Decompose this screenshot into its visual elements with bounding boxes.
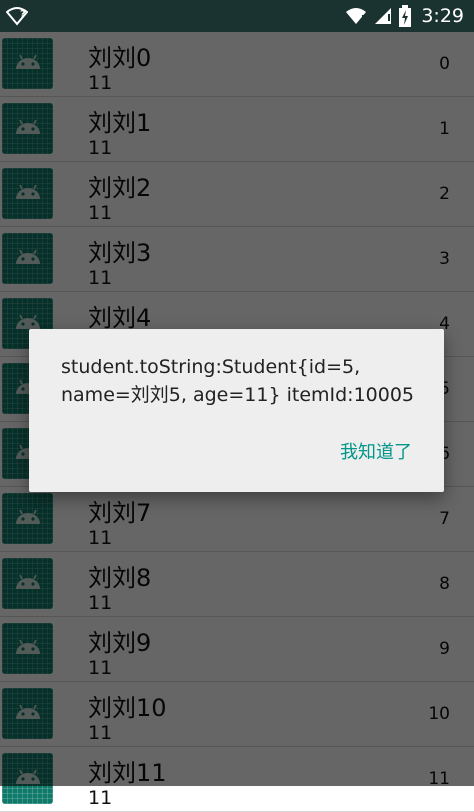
student-age: 11 [88, 787, 113, 809]
wifi-badge: ? [20, 9, 26, 20]
wifi-icon [345, 6, 367, 26]
status-bar: ? 3:29 [0, 0, 474, 32]
alert-dialog: student.toString:Student{id=5, name=刘刘5,… [29, 329, 444, 492]
signal-icon [373, 6, 393, 26]
dialog-message: student.toString:Student{id=5, name=刘刘5,… [61, 356, 415, 406]
battery-charging-icon [399, 5, 412, 27]
clock: 3:29 [421, 5, 464, 27]
dialog-ok-button[interactable]: 我知道了 [340, 438, 412, 464]
